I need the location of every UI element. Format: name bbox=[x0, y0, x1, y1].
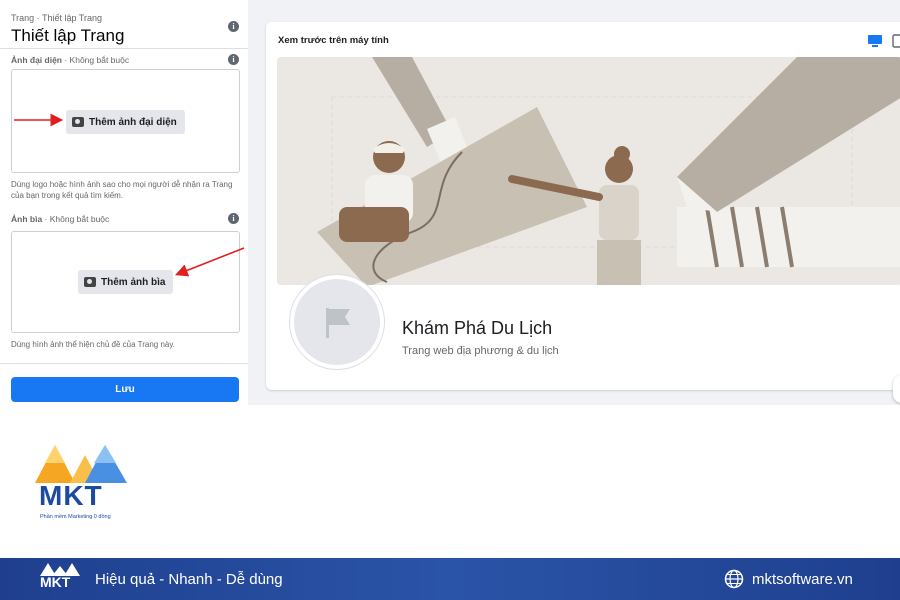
info-icon[interactable]: i bbox=[228, 213, 239, 224]
add-avatar-label: Thêm ảnh đại diện bbox=[89, 116, 177, 128]
logo-text: MKT bbox=[39, 480, 103, 511]
mkt-logo: MKT Phần mềm Marketing 0 đồng bbox=[30, 435, 140, 530]
cover-help-text: Dùng hình ảnh thể hiện chủ đề của Trang … bbox=[11, 340, 175, 349]
info-icon[interactable]: i bbox=[228, 54, 239, 65]
globe-icon bbox=[724, 569, 744, 589]
add-avatar-button[interactable]: Thêm ảnh đại diện bbox=[66, 110, 185, 134]
footer-logo-text: MKT bbox=[40, 574, 71, 590]
avatar-upload-area[interactable]: Thêm ảnh đại diện bbox=[11, 69, 240, 173]
footer-slogan: Hiệu quả - Nhanh - Dễ dùng bbox=[95, 571, 283, 588]
divider bbox=[0, 363, 248, 364]
add-cover-button[interactable]: Thêm ảnh bìa bbox=[78, 270, 174, 294]
mobile-icon[interactable] bbox=[892, 34, 900, 48]
desktop-preview-card: Xem trước trên máy tính Khám Phá Du Lịch… bbox=[266, 22, 900, 390]
website-link[interactable]: mktsoftware.vn bbox=[752, 571, 853, 588]
cover-illustration bbox=[277, 57, 900, 285]
painters-illustration bbox=[277, 57, 900, 285]
page-name: Khám Phá Du Lịch bbox=[402, 318, 553, 338]
preview-title: Xem trước trên máy tính bbox=[278, 35, 389, 46]
logo-tagline: Phần mềm Marketing 0 đồng bbox=[40, 514, 111, 520]
page-title: Thiết lập Trang bbox=[11, 26, 125, 45]
footer-logo: MKT bbox=[38, 561, 82, 597]
page-setup-panel: Trang · Thiết lập Trang Thiết lập Trang … bbox=[0, 0, 248, 405]
cover-section-label: Ảnh bìa · Không bắt buộc bbox=[11, 214, 110, 224]
stage: Trang · Thiết lập Trang Thiết lập Trang … bbox=[0, 0, 900, 600]
desktop-icon[interactable] bbox=[867, 34, 883, 48]
screenshot: Trang · Thiết lập Trang Thiết lập Trang … bbox=[0, 0, 900, 405]
avatar-help-text: Dùng logo hoặc hình ảnh sao cho mọi ngườ… bbox=[11, 180, 233, 200]
camera-icon bbox=[84, 277, 96, 287]
scroll-handle[interactable] bbox=[893, 375, 900, 403]
profile-picture bbox=[294, 279, 380, 365]
add-cover-label: Thêm ảnh bìa bbox=[101, 276, 166, 288]
info-icon[interactable]: i bbox=[228, 21, 239, 32]
flag-icon bbox=[326, 308, 350, 338]
avatar-section-label: Ảnh đại diện · Không bắt buộc bbox=[11, 55, 130, 65]
cover-upload-area[interactable]: Thêm ảnh bìa bbox=[11, 231, 240, 333]
preview-pane: Xem trước trên máy tính Khám Phá Du Lịch… bbox=[250, 0, 900, 405]
footer-bar: MKT Hiệu quả - Nhanh - Dễ dùng mktsoftwa… bbox=[0, 558, 900, 600]
breadcrumb: Trang · Thiết lập Trang bbox=[11, 13, 103, 23]
page-category: Trang web địa phương & du lịch bbox=[402, 345, 559, 357]
camera-icon bbox=[72, 117, 84, 127]
save-button[interactable]: Lưu bbox=[11, 377, 239, 402]
divider bbox=[0, 48, 248, 49]
profile-picture-frame bbox=[290, 275, 384, 369]
